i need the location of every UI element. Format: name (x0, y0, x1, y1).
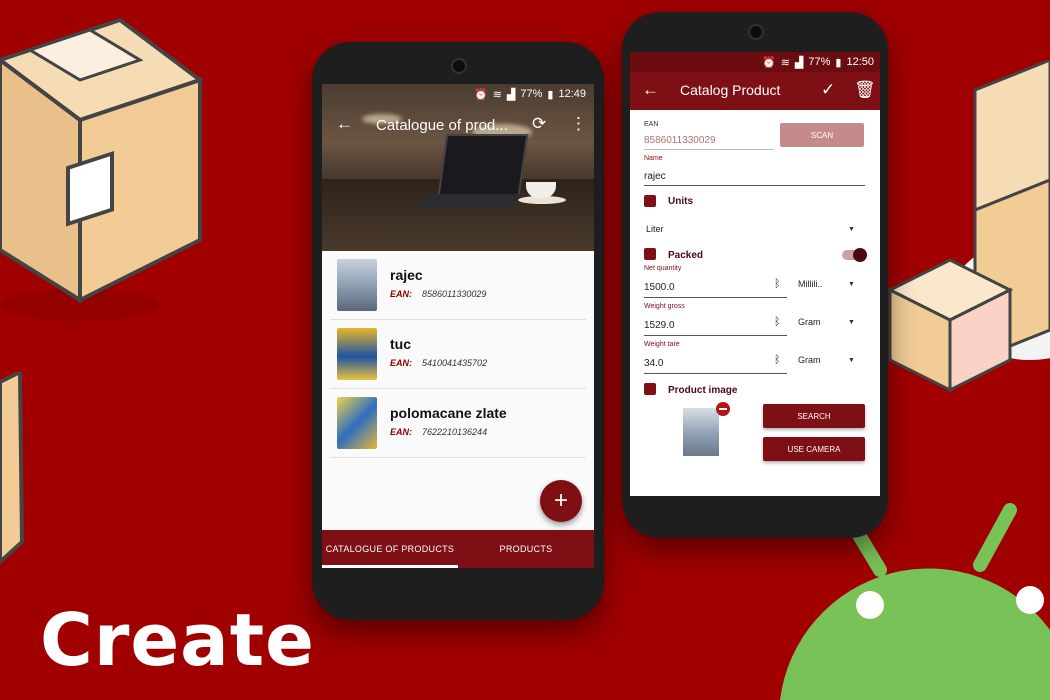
packed-toggle[interactable] (842, 248, 867, 262)
net-quantity-input[interactable]: 1500.0 (644, 282, 675, 293)
back-arrow-icon[interactable]: ← (642, 80, 659, 100)
chevron-down-icon[interactable]: ▼ (848, 226, 855, 233)
weight-gross-label: Weight gross (644, 303, 685, 310)
wifi-icon: ≋ (780, 56, 790, 69)
battery-icon: ▮ (547, 88, 554, 101)
sync-icon[interactable]: ⟳ (532, 114, 546, 134)
chevron-down-icon[interactable]: ▼ (848, 319, 855, 326)
box-illustration-top-left (0, 17, 205, 321)
bottom-tab-bar: CATALOGUE OF PRODUCTS PRODUCTS (322, 530, 594, 568)
status-bar: ⏰ ≋ ▟ 77% ▮ 12:49 (322, 84, 594, 104)
front-camera (451, 58, 467, 74)
product-image-preview (683, 408, 719, 456)
signal-icon: ▟ (506, 88, 516, 101)
ean-label: EAN: (390, 289, 412, 299)
tab-catalogue-of-products[interactable]: CATALOGUE OF PRODUCTS (322, 530, 458, 568)
image-icon (644, 383, 656, 395)
ean-label: EAN: (390, 427, 412, 437)
front-camera (748, 24, 764, 40)
weight-gross-input[interactable]: 1529.0 (644, 320, 675, 331)
wifi-icon: ≋ (492, 88, 502, 101)
catalog-product-screen: ⏰ ≋ ▟ 77% ▮ 12:50 ← Catalog Product ✓ 🗑 … (630, 52, 880, 496)
list-item[interactable]: rajec EAN: 8586011330029 (330, 251, 586, 320)
bluetooth-icon[interactable]: ᛒ (774, 316, 781, 328)
product-name: rajec (390, 267, 423, 283)
ean-value: 5410041435702 (422, 358, 488, 368)
phone-catalog-product-form: ⏰ ≋ ▟ 77% ▮ 12:50 ← Catalog Product ✓ 🗑 … (622, 12, 888, 538)
chevron-down-icon[interactable]: ▼ (848, 281, 855, 288)
use-camera-button[interactable]: USE CAMERA (763, 437, 865, 461)
search-image-button[interactable]: SEARCH (763, 404, 865, 428)
delete-trash-icon[interactable]: 🗑 (854, 80, 876, 100)
product-thumbnail (337, 397, 377, 449)
alarm-icon: ⏰ (761, 56, 776, 69)
laptop-image (437, 134, 529, 196)
units-dropdown[interactable]: Liter (646, 224, 664, 234)
packed-title: Packed (668, 250, 704, 261)
weight-tare-input[interactable]: 34.0 (644, 358, 663, 369)
battery-percent: 77% (808, 56, 831, 68)
net-quantity-unit-dropdown[interactable]: Millili.. (798, 279, 823, 289)
back-arrow-icon[interactable]: ← (336, 114, 353, 134)
toggle-knob (853, 248, 867, 262)
catalogue-screen: ⏰ ≋ ▟ 77% ▮ 12:49 ← Catalogue of prod...… (322, 84, 594, 568)
weight-tare-unit-dropdown[interactable]: Gram (798, 355, 821, 365)
chevron-down-icon[interactable]: ▼ (848, 357, 855, 364)
page-title: Catalogue of prod... (376, 117, 508, 134)
product-name: polomacane zlate (390, 405, 507, 421)
tab-products[interactable]: PRODUCTS (458, 530, 594, 568)
product-thumbnail (337, 259, 377, 311)
confirm-check-icon[interactable]: ✓ (821, 80, 835, 100)
ean-value: 7622210136244 (422, 427, 488, 437)
app-bar: ← Catalog Product ✓ 🗑 (630, 72, 880, 110)
bluetooth-icon[interactable]: ᛒ (774, 278, 781, 290)
phone-catalogue-list: ⏰ ≋ ▟ 77% ▮ 12:49 ← Catalogue of prod...… (312, 42, 604, 620)
briefcase-icon (644, 248, 656, 260)
list-item[interactable]: polomacane zlate EAN: 7622210136244 (330, 389, 586, 458)
add-product-button[interactable]: + (540, 480, 582, 522)
signal-icon: ▟ (794, 56, 804, 69)
ean-label: EAN: (390, 358, 412, 368)
ean-input[interactable]: 8586011330029 (644, 135, 716, 146)
page-title: Catalog Product (680, 82, 781, 98)
weight-gross-unit-dropdown[interactable]: Gram (798, 317, 821, 327)
name-label: Name (644, 155, 663, 162)
status-bar: ⏰ ≋ ▟ 77% ▮ 12:50 (630, 52, 880, 72)
clock: 12:50 (846, 56, 874, 68)
headline-text: Create (40, 598, 316, 682)
product-name: tuc (390, 336, 411, 352)
name-input[interactable]: rajec (644, 171, 666, 182)
product-image-title: Product image (668, 385, 738, 396)
bluetooth-icon[interactable]: ᛒ (774, 354, 781, 366)
battery-percent: 77% (520, 88, 543, 100)
list-item[interactable]: tuc EAN: 5410041435702 (330, 320, 586, 389)
scale-icon (644, 195, 656, 207)
alarm-icon: ⏰ (473, 88, 488, 101)
box-stack-illustration (886, 60, 1050, 393)
battery-icon: ▮ (835, 56, 842, 69)
box-illustration-bottom-left (0, 372, 25, 565)
overflow-menu-icon[interactable]: ⋮ (570, 114, 587, 134)
remove-image-icon[interactable] (716, 402, 730, 416)
product-thumbnail (337, 328, 377, 380)
ean-value: 8586011330029 (422, 289, 487, 299)
net-quantity-label: Net quantity (644, 265, 682, 272)
scan-button[interactable]: SCAN (780, 123, 864, 147)
header-image (322, 84, 594, 251)
weight-tare-label: Weight tare (644, 341, 680, 348)
ean-label: EAN (644, 121, 659, 128)
clock: 12:49 (558, 88, 586, 100)
units-title: Units (668, 196, 693, 207)
active-tab-indicator (322, 565, 458, 568)
